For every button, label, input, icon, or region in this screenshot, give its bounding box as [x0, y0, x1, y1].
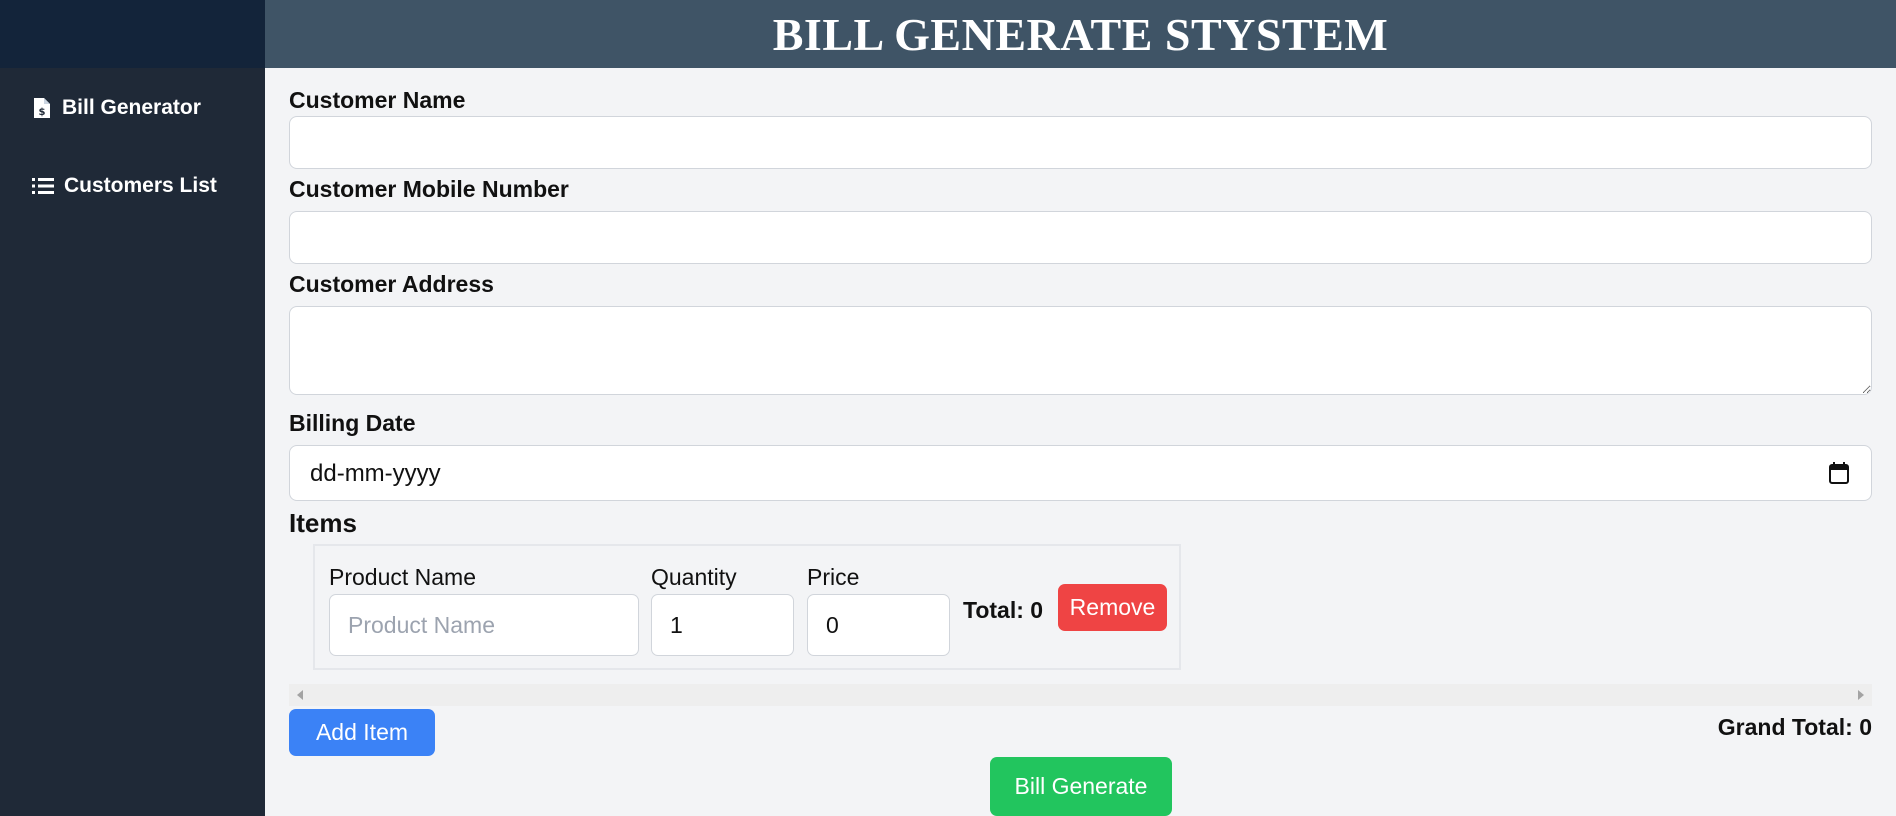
add-item-button[interactable]: Add Item — [289, 709, 435, 756]
sidebar-item-label: Bill Generator — [62, 96, 201, 119]
price-input[interactable]: 0 — [807, 594, 950, 656]
customer-name-input[interactable] — [289, 116, 1872, 169]
sidebar-item-label: Customers List — [64, 174, 217, 197]
file-invoice-dollar-icon: $ — [32, 97, 52, 119]
sidebar: $ Bill Generator Customers List — [0, 0, 265, 816]
sidebar-logo-area — [0, 0, 265, 68]
page-title: BILL GENERATE STYSTEM — [772, 8, 1389, 60]
items-heading: Items — [289, 508, 357, 538]
sidebar-item-customers-list[interactable]: Customers List — [32, 174, 217, 198]
items-horizontal-scrollbar[interactable] — [289, 684, 1872, 706]
grand-total: Grand Total: 0 — [1717, 714, 1872, 740]
product-name-label: Product Name — [329, 564, 477, 590]
remove-item-button[interactable]: Remove — [1058, 584, 1167, 631]
scroll-left-icon[interactable] — [297, 690, 303, 700]
quantity-label: Quantity — [651, 564, 737, 590]
customer-mobile-input[interactable] — [289, 211, 1872, 264]
billing-date-label: Billing Date — [289, 410, 416, 436]
billing-date-value: dd-mm-yyyy — [310, 460, 441, 487]
list-icon — [32, 176, 54, 196]
product-name-input[interactable]: Product Name — [329, 594, 639, 656]
item-row: Product Name Product Name Quantity 1 Pri… — [313, 544, 1181, 670]
price-label: Price — [807, 564, 860, 590]
item-total: Total: 0 — [963, 597, 1044, 623]
bill-generate-button[interactable]: Bill Generate — [990, 757, 1172, 816]
billing-date-input[interactable]: dd-mm-yyyy — [289, 445, 1872, 501]
scroll-right-icon[interactable] — [1858, 690, 1864, 700]
customer-address-textarea[interactable] — [289, 306, 1872, 395]
sidebar-item-bill-generator[interactable]: $ Bill Generator — [32, 96, 201, 120]
customer-name-label: Customer Name — [289, 87, 466, 113]
customer-mobile-label: Customer Mobile Number — [289, 176, 569, 202]
page-header: BILL GENERATE STYSTEM — [265, 0, 1896, 68]
svg-text:$: $ — [39, 107, 46, 118]
quantity-input[interactable]: 1 — [651, 594, 794, 656]
calendar-icon[interactable] — [1829, 462, 1849, 489]
customer-address-label: Customer Address — [289, 271, 494, 297]
product-name-placeholder: Product Name — [348, 612, 496, 638]
